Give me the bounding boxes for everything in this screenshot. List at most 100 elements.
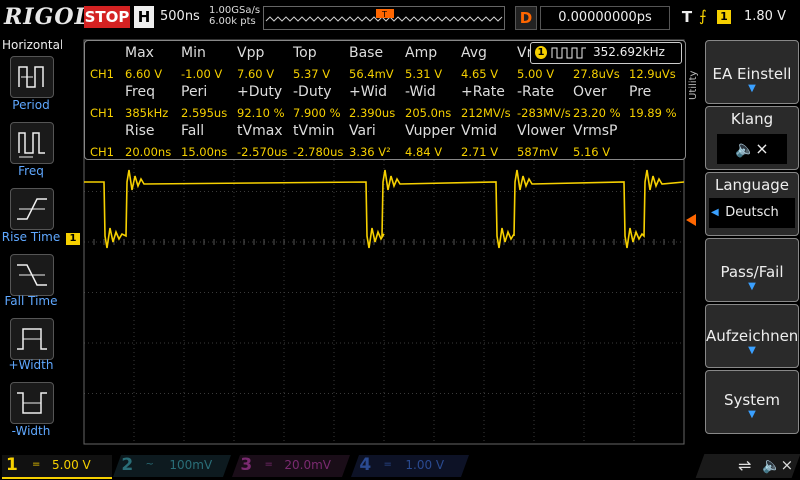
rise-time-button[interactable] xyxy=(10,188,54,230)
ch1-number: 1 xyxy=(6,455,18,475)
ch4-number: 4 xyxy=(359,455,372,475)
rise-time-label: Rise Time xyxy=(1,230,61,244)
positive-width-icon xyxy=(17,328,47,350)
measurement-value: -1.00 V xyxy=(181,67,223,81)
negative-width-label: -Width xyxy=(11,424,51,438)
sound-button[interactable]: Klang 🔈× xyxy=(705,106,799,170)
ch2-coupling-icon: ~ xyxy=(145,459,154,470)
ch4-status[interactable]: 4 = 1.00 V xyxy=(350,455,470,477)
brand-logo: RIGOL xyxy=(4,4,91,30)
pass-fail-button[interactable]: Pass/Fail ▼ xyxy=(705,238,799,302)
measurement-value: -2.780us xyxy=(293,145,344,159)
measurement-header: tVmax xyxy=(237,123,283,139)
fall-time-icon xyxy=(17,264,47,286)
measurement-value: 3.36 V² xyxy=(349,145,391,159)
measurement-value: 2.71 V xyxy=(461,145,499,159)
ch4-scale: 1.00 V xyxy=(405,458,445,472)
trigger-level-marker[interactable] xyxy=(686,214,696,226)
ch2-number: 2 xyxy=(121,455,134,475)
measurement-header: Vlower xyxy=(517,123,565,139)
ch2-scale: 100mV xyxy=(169,458,213,472)
run-stop-indicator[interactable]: STOP xyxy=(84,6,130,28)
system-button[interactable]: System ▼ xyxy=(705,370,799,434)
sample-rate: 1.00GSa/s xyxy=(209,5,261,16)
language-button[interactable]: Language ◀ Deutsch xyxy=(705,172,799,236)
measurement-value: 23.20 % xyxy=(573,106,621,120)
measurement-value: 7.900 % xyxy=(293,106,341,120)
sample-info: 1.00GSa/s 6.00k pts xyxy=(209,5,260,27)
measurement-header: Top xyxy=(293,45,317,61)
delay-value[interactable]: 0.00000000ps xyxy=(540,6,670,30)
measurement-header: Vari xyxy=(349,123,376,139)
measurement-channel: CH1 xyxy=(90,106,114,120)
sound-label: Klang xyxy=(730,110,774,128)
ch3-coupling-icon: = xyxy=(264,459,273,470)
measurement-header: Over xyxy=(573,84,607,100)
negative-width-button[interactable] xyxy=(10,382,54,424)
measurement-value: 5.37 V xyxy=(293,67,331,81)
measurement-value: 205.0ns xyxy=(405,106,452,120)
system-label: System xyxy=(724,391,780,409)
measurement-header: Peri xyxy=(181,84,208,100)
measurement-value: -283MV/s xyxy=(517,106,571,120)
freq-button[interactable] xyxy=(10,122,54,164)
measurement-value: 4.84 V xyxy=(405,145,443,159)
memory-overview-wave: T xyxy=(264,7,504,29)
fall-time-label: Fall Time xyxy=(4,294,58,308)
negative-width-icon xyxy=(17,392,47,414)
io-settings-button[interactable]: EA Einstell ▼ xyxy=(705,40,799,104)
measurement-value: 20.00ns xyxy=(125,145,172,159)
chevron-down-icon: ▼ xyxy=(748,83,756,94)
record-button[interactable]: Aufzeichnen ▼ xyxy=(705,304,799,368)
measurement-header: Pre xyxy=(629,84,652,100)
ch1-status[interactable]: 1 = 5.00 V xyxy=(2,455,112,479)
measurement-value: 5.31 V xyxy=(405,67,443,81)
period-button[interactable] xyxy=(10,56,54,98)
measurement-value: 5.00 V xyxy=(517,67,555,81)
timebase-value[interactable]: 500ns xyxy=(160,6,206,28)
period-label: Period xyxy=(12,98,50,112)
ch3-status[interactable]: 3 = 20.0mV xyxy=(231,455,351,477)
ch2-status[interactable]: 2 ~ 100mV xyxy=(112,455,232,477)
measurement-value: 2.595us xyxy=(181,106,228,120)
memory-depth: 6.00k pts xyxy=(209,16,256,27)
measurement-value: 92.10 % xyxy=(237,106,285,120)
measurement-value: 5.16 V xyxy=(573,145,611,159)
trigger-label: T xyxy=(681,8,693,26)
ch1-offset-marker[interactable]: 1 xyxy=(66,233,80,245)
freq-label: Freq xyxy=(18,164,44,178)
language-value-text: Deutsch xyxy=(725,205,779,220)
positive-width-label: +Width xyxy=(8,358,54,372)
counter-value: 352.692kHz xyxy=(593,45,665,59)
measurement-header: Base xyxy=(349,45,384,61)
square-wave-icon xyxy=(551,47,586,59)
measurement-value: 385kHz xyxy=(125,106,169,120)
chevron-down-icon: ▼ xyxy=(748,281,756,292)
period-icon xyxy=(18,66,44,88)
measurement-value: 12.9uVs xyxy=(629,67,676,81)
language-label: Language xyxy=(714,176,790,194)
measurement-header: VrmsP xyxy=(573,123,618,139)
measurement-header: +Rate xyxy=(461,84,505,100)
record-label: Aufzeichnen xyxy=(706,327,799,345)
counter-channel-badge: 1 xyxy=(535,46,547,59)
measurement-value: 2.390us xyxy=(349,106,396,120)
measurement-header: +Duty xyxy=(237,84,283,100)
measurement-value: 7.60 V xyxy=(237,67,275,81)
language-value[interactable]: ◀ Deutsch xyxy=(709,198,795,228)
frequency-counter: 1 352.692kHz xyxy=(530,42,682,64)
io-settings-label: EA Einstell xyxy=(712,65,792,83)
trigger-level[interactable]: 1.80 V xyxy=(735,6,795,28)
ch1-scale: 5.00 V xyxy=(52,458,91,472)
positive-width-button[interactable] xyxy=(10,318,54,360)
measurement-header: Fall xyxy=(181,123,205,139)
utility-side-label: Utility xyxy=(688,70,699,100)
ch1-coupling-icon: = xyxy=(32,459,41,470)
rising-edge-icon: ⨍ xyxy=(699,7,707,25)
measurement-channel: CH1 xyxy=(90,67,114,81)
ch4-coupling-icon: = xyxy=(383,459,392,470)
fall-time-button[interactable] xyxy=(10,254,54,296)
measurement-value: 587mV xyxy=(517,145,559,159)
rise-time-icon xyxy=(17,198,47,220)
trigger-source-badge: 1 xyxy=(717,10,731,24)
